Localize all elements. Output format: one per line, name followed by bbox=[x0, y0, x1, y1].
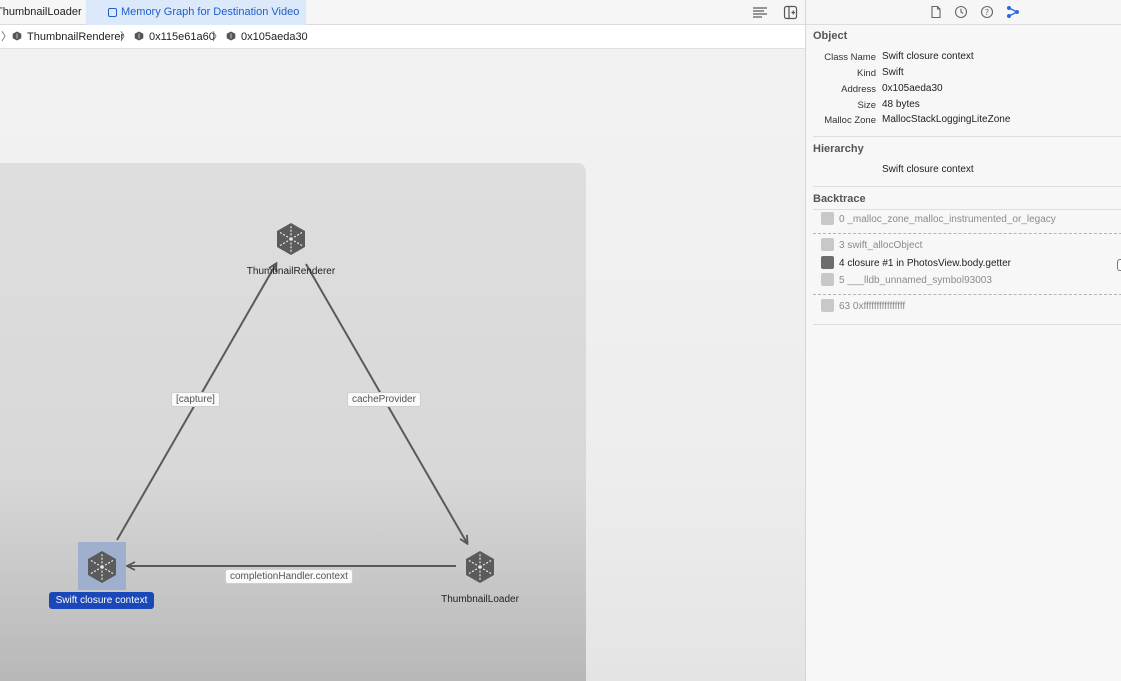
frame-label: 0 _malloc_zone_malloc_instrumented_or_le… bbox=[839, 214, 1056, 225]
size-value: 48 bytes bbox=[882, 99, 920, 110]
class-name-value: Swift closure context bbox=[882, 51, 974, 62]
inspector-panel: ? Object Class Name Swift closure contex… bbox=[805, 0, 1121, 681]
object-section-title: Object bbox=[813, 30, 848, 42]
hierarchy-section-title: Hierarchy bbox=[813, 143, 864, 155]
memory-graph-icon[interactable] bbox=[1006, 5, 1020, 19]
field-key: Address bbox=[841, 84, 876, 95]
node-thumbnail-loader[interactable] bbox=[464, 550, 496, 584]
node-label-thumbnail-loader: ThumbnailLoader bbox=[441, 594, 519, 605]
file-icon[interactable] bbox=[929, 5, 943, 19]
frame-label: 5 ___lldb_unnamed_symbol93003 bbox=[839, 275, 992, 286]
backtrace-frame[interactable]: 63 0xffffffffffffffff bbox=[821, 299, 905, 315]
address-value: 0x105aeda30 bbox=[882, 83, 943, 94]
field-key: Size bbox=[857, 100, 876, 111]
field-key: Class Name bbox=[824, 52, 876, 63]
node-swift-closure-context[interactable] bbox=[86, 550, 118, 584]
backtrace-frame[interactable]: 5 ___lldb_unnamed_symbol93003 bbox=[821, 273, 992, 289]
svg-text:?: ? bbox=[985, 8, 989, 17]
frame-label: 3 swift_allocObject bbox=[839, 240, 923, 251]
node-label-swift-closure-context: Swift closure context bbox=[49, 592, 154, 609]
hierarchy-item[interactable]: Swift closure context bbox=[882, 164, 974, 175]
backtrace-frame[interactable]: 4 closure #1 in PhotosView.body.getter bbox=[821, 256, 1011, 272]
backtrace-section-title: Backtrace bbox=[813, 193, 866, 205]
library-icon bbox=[821, 212, 834, 225]
section-divider bbox=[813, 209, 1121, 210]
malloc-zone-value: MallocStackLoggingLiteZone bbox=[882, 114, 1011, 125]
section-divider bbox=[813, 136, 1121, 137]
help-icon[interactable]: ? bbox=[980, 5, 994, 19]
node-thumbnail-renderer[interactable] bbox=[275, 222, 307, 256]
backtrace-frame[interactable]: 0 _malloc_zone_malloc_instrumented_or_le… bbox=[821, 212, 1056, 228]
section-divider bbox=[813, 324, 1121, 325]
pencil-icon bbox=[821, 273, 834, 286]
memory-graph-editor: ThumbnailLoader Memory Graph for Destina… bbox=[0, 0, 805, 681]
history-icon[interactable] bbox=[954, 5, 968, 19]
edge-label-capture[interactable]: [capture] bbox=[171, 392, 220, 407]
field-key: Kind bbox=[856, 68, 876, 79]
node-label-thumbnail-renderer: ThumbnailRenderer bbox=[246, 266, 336, 277]
inspector-tab-bar: ? bbox=[806, 0, 1121, 25]
kind-value: Swift bbox=[882, 67, 904, 78]
frame-label: 4 closure #1 in PhotosView.body.getter bbox=[839, 258, 1011, 269]
edge-label-cache-provider[interactable]: cacheProvider bbox=[347, 392, 421, 407]
backtrace-frame[interactable]: 3 swift_allocObject bbox=[821, 238, 922, 254]
field-key: Malloc Zone bbox=[824, 115, 876, 126]
jump-to-source-icon[interactable] bbox=[1117, 259, 1121, 271]
frame-label: 63 0xffffffffffffffff bbox=[839, 301, 906, 312]
frame-group-separator bbox=[813, 233, 1121, 234]
user-code-icon bbox=[821, 256, 834, 269]
edge-label-completion-handler[interactable]: completionHandler.context bbox=[225, 569, 353, 584]
code-icon bbox=[821, 238, 834, 251]
section-divider bbox=[813, 186, 1121, 187]
frame-group-separator bbox=[813, 294, 1121, 295]
gear-icon bbox=[821, 299, 834, 312]
